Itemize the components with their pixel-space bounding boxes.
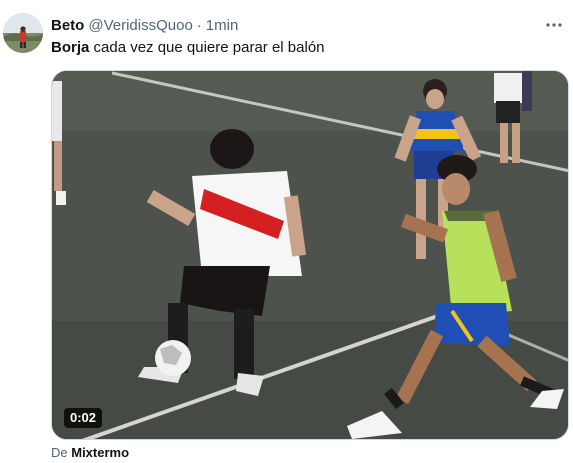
video-duration: 0:02 bbox=[64, 408, 103, 428]
source-prefix: De bbox=[51, 445, 72, 460]
display-name[interactable]: Beto bbox=[51, 17, 84, 34]
video-source: De Mixtermo bbox=[51, 445, 129, 460]
tweet-text-body: cada vez que quiere parar el balón bbox=[89, 39, 325, 56]
more-dots-icon bbox=[546, 23, 562, 27]
timestamp[interactable]: 1min bbox=[206, 17, 239, 34]
mention-borja: Borja bbox=[51, 39, 90, 56]
avatar[interactable] bbox=[3, 13, 43, 53]
avatar-image bbox=[3, 13, 43, 53]
user-handle[interactable]: @VeridissQuoo bbox=[88, 17, 192, 34]
tweet[interactable]: Beto @VeridissQuoo · 1min Borja cada vez… bbox=[0, 0, 573, 463]
more-button[interactable] bbox=[541, 12, 567, 38]
video-player[interactable]: 0:02 bbox=[51, 70, 569, 440]
source-account-link[interactable]: Mixtermo bbox=[71, 445, 129, 460]
separator-dot: · bbox=[196, 16, 202, 34]
video-frame bbox=[52, 71, 568, 439]
tweet-text: Borja cada vez que quiere parar el balón bbox=[51, 38, 325, 58]
tweet-header: Beto @VeridissQuoo · 1min bbox=[51, 14, 533, 36]
